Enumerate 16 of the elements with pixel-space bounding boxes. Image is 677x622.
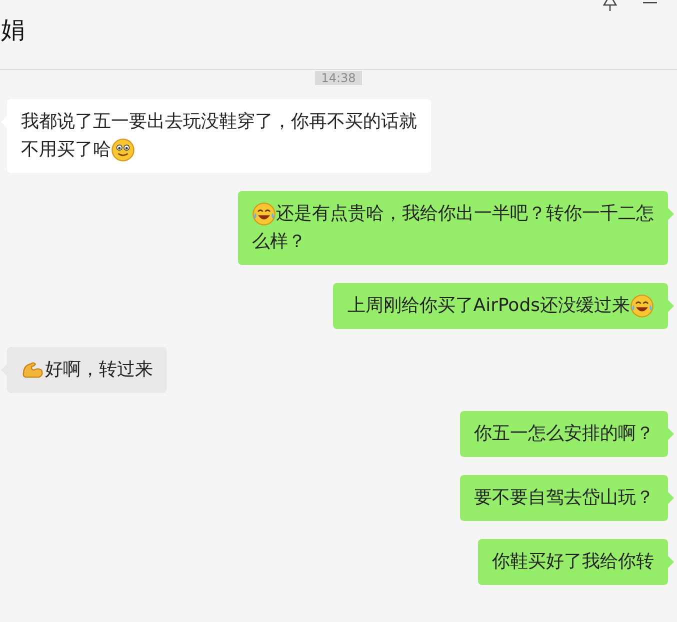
laughing-face-icon [630, 294, 654, 318]
message-text: 还是有点贵哈，我给你出一半吧？转你一千二怎 [276, 202, 654, 226]
message-text: 你鞋买好了我给你转 [492, 550, 654, 574]
chat-title: 娟 [1, 15, 25, 46]
message-text: 上周刚给你买了AirPods还没缓过来 [347, 294, 630, 318]
laughing-face-icon [252, 202, 276, 226]
message-text: 我都说了五一要出去玩没鞋穿了，你再不买的话就 [21, 110, 417, 134]
timestamp: 14:38 [315, 71, 362, 85]
pin-icon[interactable] [603, 0, 617, 12]
message-text: 么样？ [252, 230, 306, 254]
message-text: 不用买了哈 [21, 138, 111, 162]
message-text: 要不要自驾去岱山玩？ [474, 486, 654, 510]
minimize-icon[interactable] [643, 2, 657, 4]
smiley-face-icon [111, 138, 135, 162]
message-text: 你五一怎么安排的啊？ [474, 422, 654, 446]
message-text: 好啊，转过来 [45, 358, 153, 382]
